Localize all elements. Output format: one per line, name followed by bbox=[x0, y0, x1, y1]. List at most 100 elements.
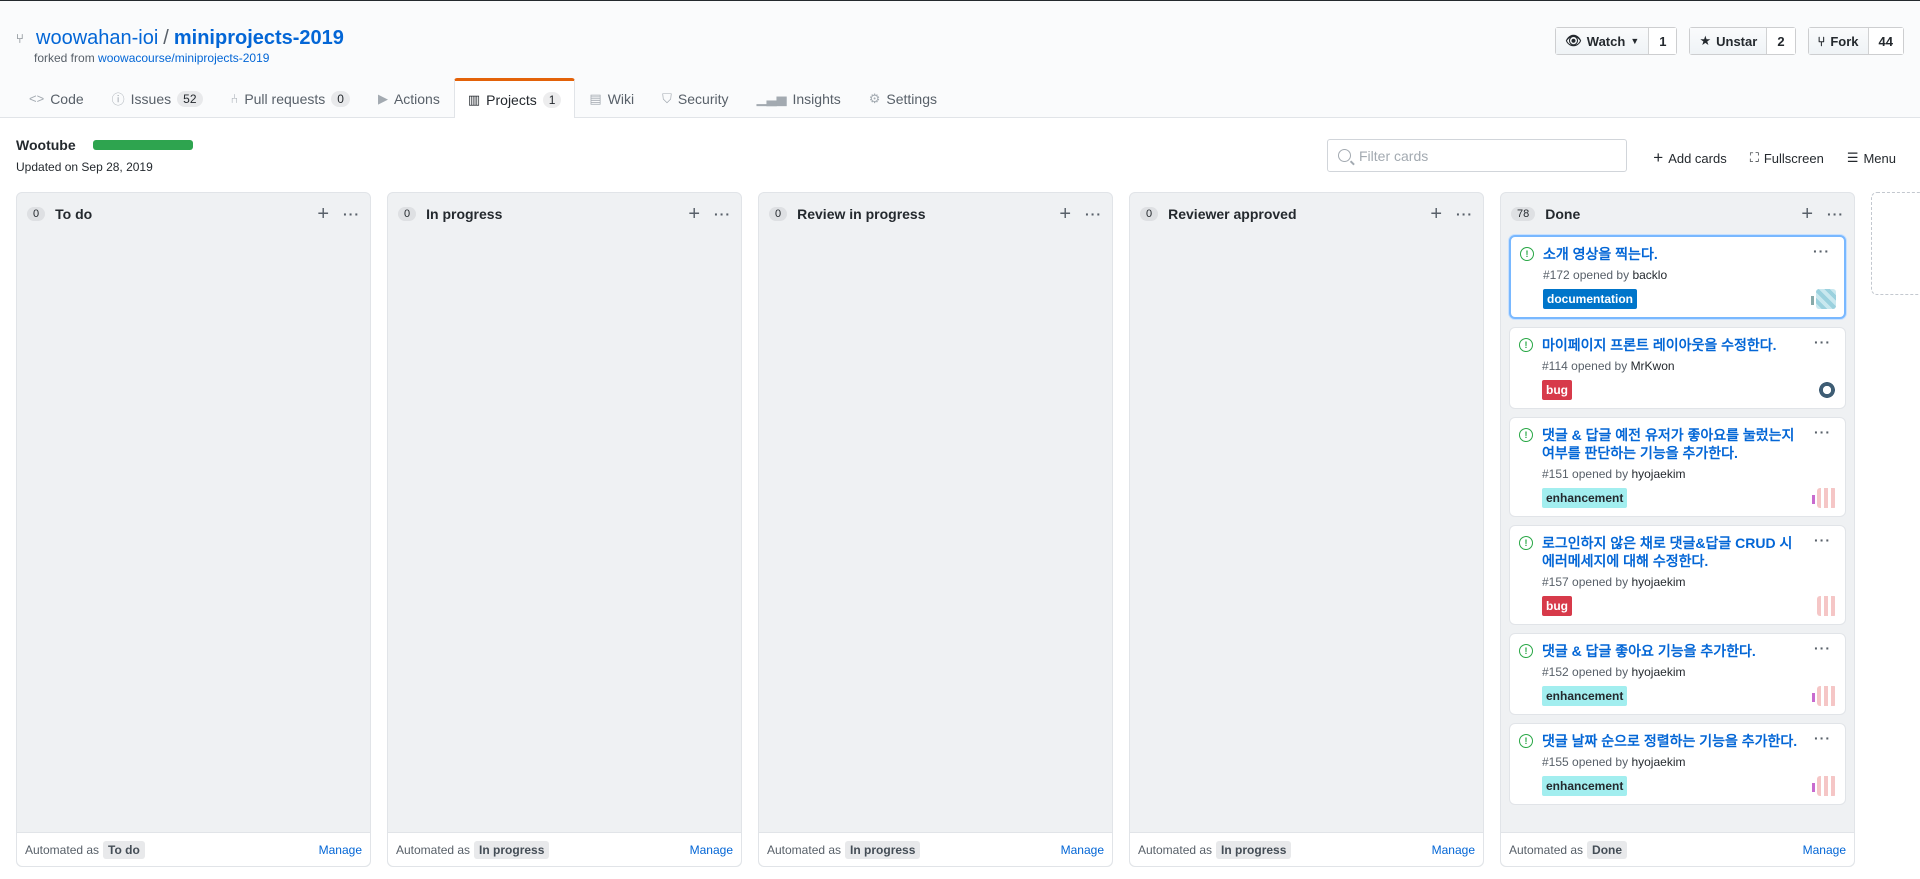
issue-card-title[interactable]: 댓글 날짜 순으로 정렬하는 기능을 추가한다. bbox=[1542, 732, 1837, 750]
avatar[interactable] bbox=[1817, 488, 1837, 508]
issue-card-title[interactable]: 마이페이지 프론트 레이아웃을 수정한다. bbox=[1542, 336, 1837, 354]
project-board: 0 To do + ··· Automated as To do Manage … bbox=[16, 192, 1920, 867]
manage-link[interactable]: Manage bbox=[690, 843, 733, 857]
automated-as-text: Automated as bbox=[396, 842, 471, 857]
avatar[interactable] bbox=[1817, 776, 1837, 796]
issue-author[interactable]: hyojaekim bbox=[1631, 665, 1685, 679]
fullscreen-button[interactable]: ⛶ Fullscreen bbox=[1750, 148, 1824, 168]
opened-by-text: opened by bbox=[1572, 575, 1629, 589]
card-more-icon[interactable]: ··· bbox=[1813, 243, 1830, 259]
add-card-plus-icon[interactable]: + bbox=[1801, 204, 1813, 224]
automated-as-text: Automated as bbox=[25, 842, 100, 857]
column-more-icon[interactable]: ··· bbox=[714, 206, 731, 222]
column-more-icon[interactable]: ··· bbox=[343, 206, 360, 222]
avatar[interactable] bbox=[1817, 380, 1837, 400]
repo-separator: / bbox=[163, 27, 169, 49]
fork-button[interactable]: ⑂ Fork bbox=[1808, 28, 1868, 54]
star-count[interactable]: 2 bbox=[1766, 28, 1795, 54]
issue-number: #172 bbox=[1543, 268, 1570, 282]
repo-name-link[interactable]: miniprojects-2019 bbox=[174, 27, 344, 50]
manage-link[interactable]: Manage bbox=[1432, 843, 1475, 857]
avatar-fragment bbox=[1811, 296, 1814, 305]
avatar-fragment bbox=[1812, 783, 1815, 792]
add-card-plus-icon[interactable]: + bbox=[688, 204, 700, 224]
tab-insights[interactable]: ▁▃▅ Insights bbox=[743, 78, 855, 118]
issue-author[interactable]: MrKwon bbox=[1631, 359, 1675, 373]
repo-owner-link[interactable]: woowahan-ioi bbox=[36, 27, 158, 50]
issue-closed-icon: ! bbox=[1520, 247, 1534, 261]
tab-actions[interactable]: ▶ Actions bbox=[364, 78, 454, 118]
star-group: ★ Unstar 2 bbox=[1689, 27, 1796, 55]
manage-link[interactable]: Manage bbox=[1061, 843, 1104, 857]
avatar[interactable] bbox=[1816, 289, 1836, 309]
watch-button[interactable]: 👁 Watch ▼ bbox=[1556, 28, 1649, 54]
forked-from-prefix: forked from bbox=[34, 51, 95, 65]
issue-card[interactable]: ! 마이페이지 프론트 레이아웃을 수정한다. #114 opened by M… bbox=[1509, 327, 1846, 409]
automation-badge: In progress bbox=[474, 840, 550, 859]
issue-card-title[interactable]: 댓글 & 답글 좋아요 기능을 추가한다. bbox=[1542, 642, 1837, 660]
forked-from-link[interactable]: woowacourse/miniprojects-2019 bbox=[98, 51, 269, 65]
card-more-icon[interactable]: ··· bbox=[1814, 640, 1831, 656]
issue-card-meta: #172 opened by backlo bbox=[1543, 268, 1836, 282]
issue-label[interactable]: enhancement bbox=[1542, 686, 1628, 706]
issue-card-title[interactable]: 소개 영상을 찍는다. bbox=[1543, 245, 1836, 263]
tab-security[interactable]: ⛉ Security bbox=[648, 78, 742, 118]
repo-forked-icon: ⑂ bbox=[16, 31, 24, 46]
filter-cards-input[interactable] bbox=[1359, 147, 1609, 164]
issue-card[interactable]: ! 댓글 & 답글 좋아요 기능을 추가한다. #152 opened by h… bbox=[1509, 633, 1846, 715]
tab-settings[interactable]: ⚙ Settings bbox=[855, 78, 951, 118]
issues-counter: 52 bbox=[177, 90, 203, 107]
issue-card[interactable]: ! 로그인하지 않은 채로 댓글&답글 CRUD 시 에러메세지에 대해 수정한… bbox=[1509, 525, 1846, 625]
avatar[interactable] bbox=[1817, 596, 1837, 616]
issue-card[interactable]: ! 소개 영상을 찍는다. #172 opened by backlo docu… bbox=[1509, 235, 1846, 319]
fork-label: Fork bbox=[1830, 33, 1859, 49]
card-more-icon[interactable]: ··· bbox=[1814, 424, 1831, 440]
manage-link[interactable]: Manage bbox=[319, 843, 362, 857]
issue-card[interactable]: ! 댓글 날짜 순으로 정렬하는 기능을 추가한다. #155 opened b… bbox=[1509, 723, 1846, 805]
issue-label[interactable]: enhancement bbox=[1542, 488, 1628, 508]
issue-label[interactable]: bug bbox=[1542, 596, 1572, 616]
watch-count[interactable]: 1 bbox=[1648, 28, 1677, 54]
card-more-icon[interactable]: ··· bbox=[1814, 532, 1831, 548]
manage-link[interactable]: Manage bbox=[1803, 843, 1846, 857]
unstar-button[interactable]: ★ Unstar bbox=[1690, 28, 1767, 54]
column-more-icon[interactable]: ··· bbox=[1456, 206, 1473, 222]
issue-card[interactable]: ! 댓글 & 답글 예전 유저가 좋아요를 눌렀는지 여부를 판단하는 기능을 … bbox=[1509, 417, 1846, 517]
tab-projects[interactable]: ▥ Projects 1 bbox=[453, 78, 576, 118]
tab-issues[interactable]: ⓘ Issues 52 bbox=[98, 78, 217, 118]
tab-code[interactable]: <> Code bbox=[15, 78, 98, 118]
avatar[interactable] bbox=[1817, 686, 1837, 706]
fullscreen-label: Fullscreen bbox=[1763, 150, 1824, 166]
tab-wiki[interactable]: ▤ Wiki bbox=[575, 78, 648, 118]
issue-label[interactable]: bug bbox=[1542, 380, 1572, 400]
issue-icon: ⓘ bbox=[111, 92, 125, 107]
done-cards-list: ! 소개 영상을 찍는다. #172 opened by backlo docu… bbox=[1501, 235, 1854, 805]
menu-button[interactable]: ☰ Menu bbox=[1847, 148, 1896, 168]
issue-label[interactable]: enhancement bbox=[1542, 776, 1628, 796]
issue-author[interactable]: backlo bbox=[1632, 268, 1667, 282]
add-cards-button[interactable]: + Add cards bbox=[1653, 148, 1726, 168]
filter-cards-field[interactable] bbox=[1327, 139, 1627, 172]
column-more-icon[interactable]: ··· bbox=[1085, 206, 1102, 222]
column-count: 0 bbox=[27, 207, 46, 221]
issue-card-labels: enhancement bbox=[1542, 776, 1837, 796]
tab-settings-label: Settings bbox=[886, 90, 937, 107]
issue-author[interactable]: hyojaekim bbox=[1631, 467, 1685, 481]
add-card-plus-icon[interactable]: + bbox=[1059, 204, 1071, 224]
issue-card-title[interactable]: 댓글 & 답글 예전 유저가 좋아요를 눌렀는지 여부를 판단하는 기능을 추가… bbox=[1542, 426, 1837, 462]
issue-label[interactable]: documentation bbox=[1543, 289, 1637, 309]
column-more-icon[interactable]: ··· bbox=[1827, 206, 1844, 222]
tab-pull-requests[interactable]: ⑃ Pull requests 0 bbox=[217, 78, 364, 118]
add-column-placeholder[interactable] bbox=[1871, 192, 1920, 295]
issue-card-title[interactable]: 로그인하지 않은 채로 댓글&답글 CRUD 시 에러메세지에 대해 수정한다. bbox=[1542, 534, 1837, 570]
avatar-fragment bbox=[1812, 693, 1815, 702]
card-more-icon[interactable]: ··· bbox=[1814, 334, 1831, 350]
fork-count[interactable]: 44 bbox=[1867, 28, 1903, 54]
watch-group: 👁 Watch ▼ 1 bbox=[1555, 27, 1678, 55]
add-card-plus-icon[interactable]: + bbox=[1430, 204, 1442, 224]
add-card-plus-icon[interactable]: + bbox=[317, 204, 329, 224]
card-more-icon[interactable]: ··· bbox=[1814, 730, 1831, 746]
issue-author[interactable]: hyojaekim bbox=[1631, 575, 1685, 589]
menu-label: Menu bbox=[1863, 150, 1896, 166]
issue-author[interactable]: hyojaekim bbox=[1631, 755, 1685, 769]
